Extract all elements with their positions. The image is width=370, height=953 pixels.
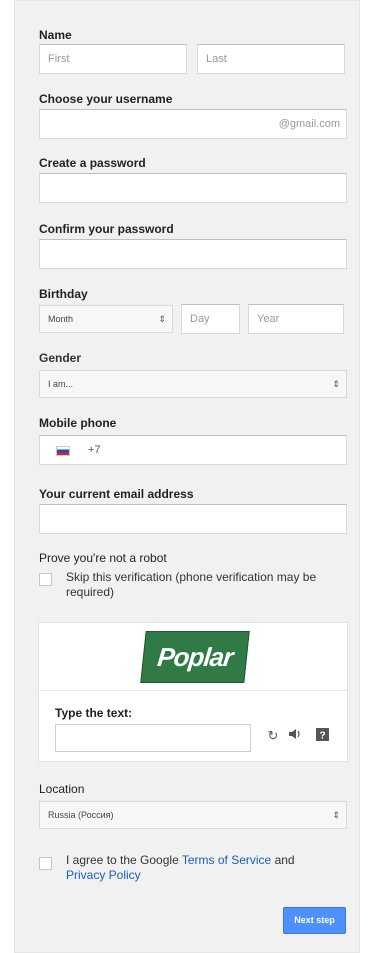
audio-icon[interactable] — [287, 728, 303, 743]
location-select[interactable]: Russia (Россия) ⇕ — [39, 801, 347, 829]
select-arrows-icon: ⇕ — [332, 810, 340, 820]
mobile-phone-label: Mobile phone — [39, 416, 117, 430]
privacy-policy-link[interactable]: Privacy Policy — [66, 868, 141, 882]
birth-year-input[interactable]: Year — [248, 304, 344, 334]
birthday-label: Birthday — [39, 287, 88, 301]
mobile-phone-input[interactable]: ▼ +7 — [39, 435, 347, 465]
select-arrows-icon: ⇕ — [158, 314, 166, 324]
location-label: Location — [39, 782, 85, 796]
agree-and: and — [271, 853, 295, 867]
captcha-divider — [39, 690, 347, 691]
birth-month-select[interactable]: Month ⇕ — [39, 305, 173, 333]
skip-verification-text: Skip this verification (phone verificati… — [66, 570, 317, 599]
captcha-prompt: Type the text: — [55, 706, 133, 720]
captcha-box: Poplar Tent Type the text: ↻ ? — [38, 622, 348, 762]
phone-prefix: +7 — [88, 444, 101, 456]
svg-text:?: ? — [319, 731, 325, 742]
gender-select[interactable]: I am... ⇕ — [39, 370, 347, 398]
name-label: Name — [39, 28, 72, 42]
terms-of-service-link[interactable]: Terms of Service — [182, 853, 271, 867]
password-label: Create a password — [39, 156, 146, 170]
refresh-icon[interactable]: ↻ — [265, 728, 281, 744]
current-email-label: Your current email address — [39, 487, 194, 501]
birth-day-input[interactable]: Day — [181, 304, 240, 334]
signup-form-panel: Name First Last Choose your username @gm… — [14, 0, 360, 953]
select-arrows-icon: ⇕ — [332, 379, 340, 389]
gender-label: Gender — [39, 351, 82, 365]
confirm-password-label: Confirm your password — [39, 222, 174, 236]
skip-verification-checkbox[interactable] — [39, 573, 52, 586]
username-input[interactable]: @gmail.com — [39, 109, 347, 139]
agree-prefix: I agree to the Google — [66, 853, 182, 867]
location-value: Russia (Россия) — [48, 810, 114, 820]
next-step-button[interactable]: Next step — [283, 907, 346, 934]
help-icon[interactable]: ? — [314, 728, 330, 744]
agree-terms-checkbox[interactable] — [39, 857, 52, 870]
agree-terms-text: I agree to the Google Terms of Service a… — [66, 853, 336, 883]
username-label: Choose your username — [39, 92, 173, 106]
password-input[interactable] — [39, 173, 347, 203]
gmail-suffix: @gmail.com — [278, 118, 340, 130]
current-email-input[interactable] — [39, 504, 347, 534]
first-name-input[interactable]: First — [39, 44, 187, 74]
captcha-input[interactable] — [55, 724, 251, 752]
confirm-password-input[interactable] — [39, 239, 347, 269]
birth-month-value: Month — [48, 314, 74, 324]
russia-flag-icon[interactable] — [56, 446, 70, 456]
gender-value: I am... — [48, 379, 74, 389]
robot-check-label: Prove you're not a robot — [39, 551, 167, 565]
last-name-input[interactable]: Last — [197, 44, 345, 74]
captcha-image: Poplar Tent — [140, 631, 250, 683]
country-dropdown-icon: ▼ — [59, 458, 65, 464]
